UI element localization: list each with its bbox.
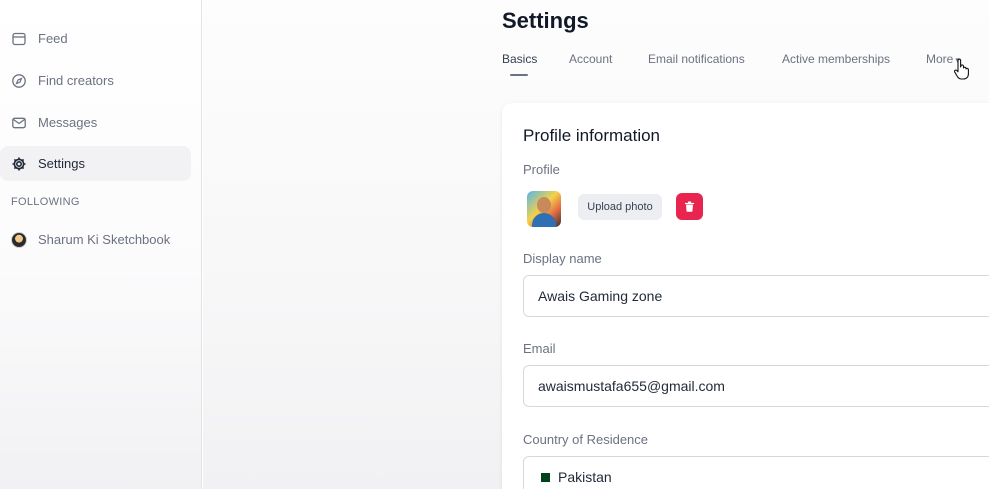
creator-avatar <box>11 231 27 248</box>
hand-cursor-icon <box>954 58 969 80</box>
sidebar-item-messages[interactable]: Messages <box>0 105 191 140</box>
avatar <box>527 191 561 227</box>
country-label: Country of Residence <box>523 432 649 447</box>
sidebar-item-settings[interactable]: Settings <box>0 146 191 181</box>
active-tab-indicator <box>510 74 528 76</box>
tab-label: Email notifications <box>648 52 745 66</box>
compass-icon <box>11 73 27 89</box>
tab-label: Active memberships <box>782 52 891 66</box>
sidebar-item-label: Feed <box>38 31 68 46</box>
card-title: Profile information <box>523 126 661 145</box>
tab-label: Basics <box>502 52 538 66</box>
display-name-label: Display name <box>523 251 602 266</box>
gear-icon <box>11 156 27 172</box>
email-label: Email <box>523 341 556 356</box>
profile-label: Profile <box>523 162 560 177</box>
tab-label: More <box>926 52 954 66</box>
tab-email-notifications[interactable]: Email notifications <box>648 52 745 66</box>
sidebar-item-label: Settings <box>38 156 85 171</box>
following-item-label: Sharum Ki Sketchbook <box>38 232 171 247</box>
upload-photo-button[interactable]: Upload photo <box>578 194 662 220</box>
sidebar-item-find-creators[interactable]: Find creators <box>0 63 191 98</box>
mail-icon <box>11 115 27 131</box>
pakistan-flag-icon <box>538 472 550 482</box>
page-title: Settings <box>502 8 589 33</box>
country-select[interactable]: Pakistan <box>523 456 989 489</box>
sidebar-item-label: Messages <box>38 115 98 130</box>
sidebar: Feed Find creators Messages Settings FOL… <box>0 0 202 489</box>
tab-basics[interactable]: Basics <box>502 52 538 76</box>
tab-account[interactable]: Account <box>569 52 612 66</box>
country-value: Pakistan <box>558 469 612 485</box>
feed-icon <box>11 31 27 47</box>
sidebar-item-label: Find creators <box>38 73 114 88</box>
tab-label: Account <box>569 52 613 66</box>
delete-photo-button[interactable] <box>676 193 703 220</box>
display-name-field[interactable] <box>523 275 989 317</box>
tab-active-memberships[interactable]: Active memberships <box>782 52 890 66</box>
following-item[interactable]: Sharum Ki Sketchbook <box>0 222 191 257</box>
following-section-label: FOLLOWING <box>11 196 80 208</box>
trash-icon <box>684 201 695 212</box>
sidebar-item-feed[interactable]: Feed <box>0 21 191 56</box>
email-field[interactable] <box>523 365 989 407</box>
